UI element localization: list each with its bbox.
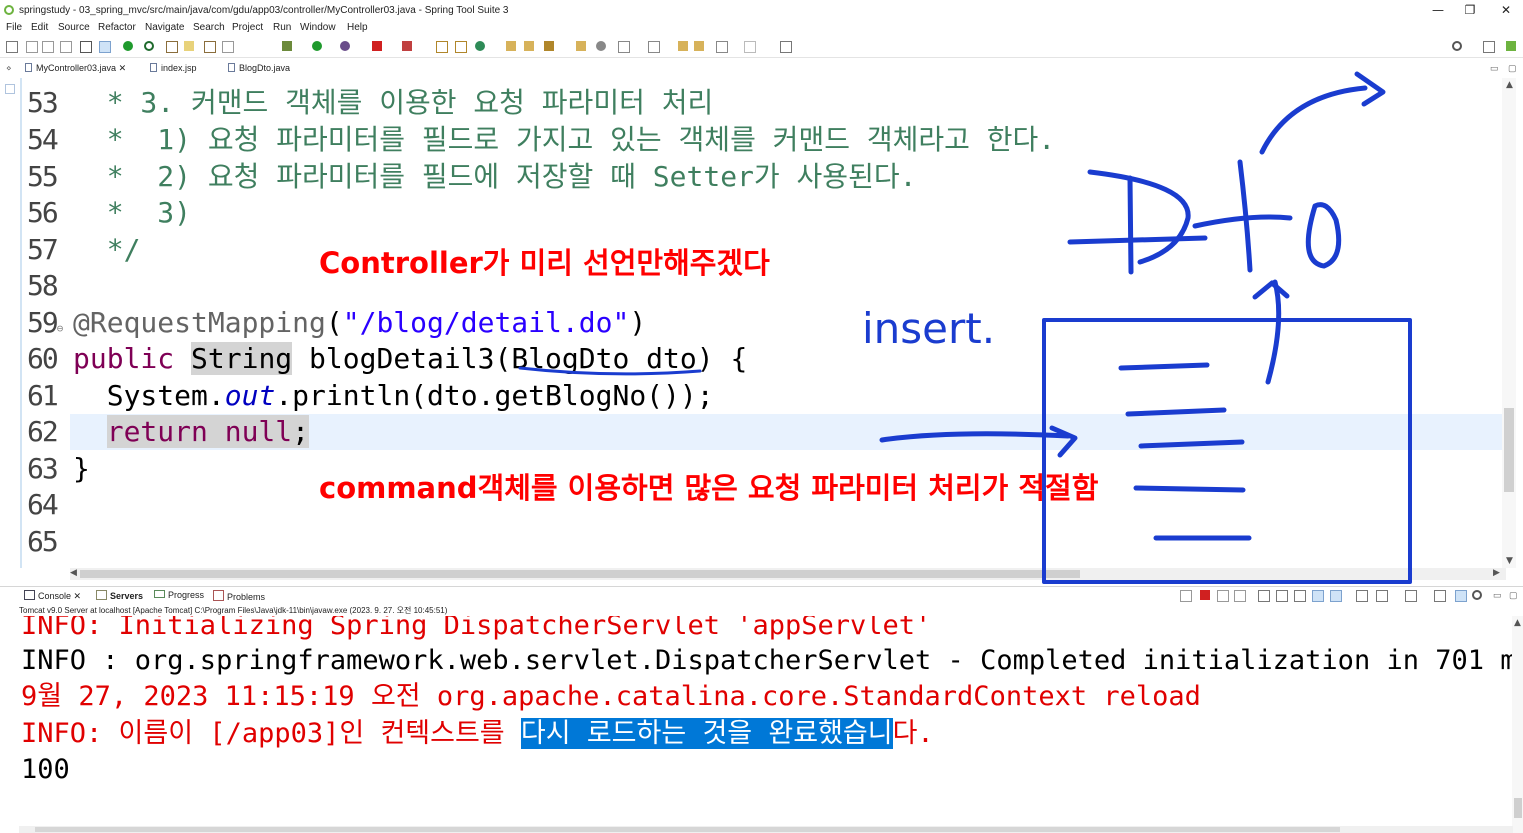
- tab-problems[interactable]: Problems: [213, 590, 265, 602]
- console-output[interactable]: INFO: Initializing Spring DispatcherServ…: [19, 616, 1513, 826]
- console-text: 다.: [892, 718, 934, 749]
- gear-icon[interactable]: [1472, 590, 1482, 600]
- letter-d-stem: [1127, 175, 1134, 275]
- display-console-icon[interactable]: [1376, 590, 1388, 602]
- letter-t-bar: [1192, 214, 1293, 229]
- console-horizontal-scroll-thumb[interactable]: [35, 827, 1340, 832]
- remove-launch-icon[interactable]: [1217, 590, 1229, 602]
- problems-icon: [213, 590, 224, 601]
- close-tab-icon[interactable]: ✕: [74, 591, 82, 601]
- show-on-output-icon[interactable]: [1312, 590, 1324, 602]
- dto-underline: [518, 366, 702, 376]
- box-field-2: [1125, 407, 1227, 417]
- scroll-lock-icon[interactable]: [1276, 590, 1288, 602]
- arrow-to-box-head: [1252, 280, 1290, 300]
- tab-label: Problems: [227, 592, 266, 602]
- console-line: 9월 27, 2023 11:15:19 오전 org.apache.catal…: [21, 681, 1201, 712]
- tab-label: Servers: [110, 591, 144, 601]
- tab-servers[interactable]: Servers: [96, 590, 143, 601]
- arrow-right-stroke: [879, 431, 1071, 443]
- minimize-console-button[interactable]: ▭: [1493, 590, 1502, 601]
- selected-text: 다시 로드하는 것을 완료했습니: [520, 718, 893, 749]
- tab-progress[interactable]: Progress: [154, 590, 204, 600]
- letter-o: [1305, 202, 1342, 269]
- word-wrap-icon[interactable]: [1294, 590, 1306, 602]
- console-line: INFO: 이름이 [/app03]인 컨텍스트를 다시 로드하는 것을 완료했…: [21, 716, 934, 752]
- show-on-error-icon[interactable]: [1330, 590, 1342, 602]
- new-console-icon[interactable]: [1405, 590, 1417, 602]
- box-field-3: [1138, 439, 1245, 449]
- link-icon[interactable]: [1455, 590, 1467, 602]
- arrow-up-stroke: [1259, 85, 1368, 155]
- arrow-right-head: [1049, 425, 1078, 458]
- letter-d-cross: [1067, 235, 1208, 245]
- tab-label: Progress: [168, 590, 205, 600]
- clear-console-icon[interactable]: [1258, 590, 1270, 602]
- console-vertical-scroll-thumb[interactable]: [1514, 798, 1522, 818]
- console-text: INFO: 이름이 [/app03]인 컨텍스트를: [21, 718, 521, 749]
- letter-d-bowl: [1087, 169, 1191, 265]
- console-line: 100: [21, 754, 70, 785]
- servers-icon: [96, 590, 107, 600]
- terminate-icon[interactable]: [1200, 590, 1210, 600]
- dto-box: [1042, 318, 1412, 584]
- progress-icon: [154, 590, 165, 598]
- console-line: INFO : org.springframework.web.servlet.D…: [21, 645, 1513, 676]
- console-line: INFO: Initializing Spring DispatcherServ…: [21, 616, 932, 641]
- console-process-description: Tomcat v9.0 Server at localhost [Apache …: [19, 606, 448, 615]
- console-icon: [24, 590, 35, 600]
- pin-console-icon[interactable]: [1180, 590, 1192, 602]
- open-console-icon[interactable]: [1356, 590, 1368, 602]
- maximize-console-button[interactable]: ▢: [1509, 590, 1518, 601]
- view-menu-icon[interactable]: [1434, 590, 1446, 602]
- arrow-to-box-stroke: [1265, 279, 1282, 385]
- tab-console[interactable]: Console ✕: [24, 590, 81, 602]
- box-field-4: [1133, 485, 1246, 493]
- remove-all-icon[interactable]: [1234, 590, 1246, 602]
- tab-label: Console: [38, 591, 72, 601]
- box-field-1: [1118, 362, 1210, 371]
- scroll-up-arrow-icon[interactable]: ▲: [1514, 618, 1521, 628]
